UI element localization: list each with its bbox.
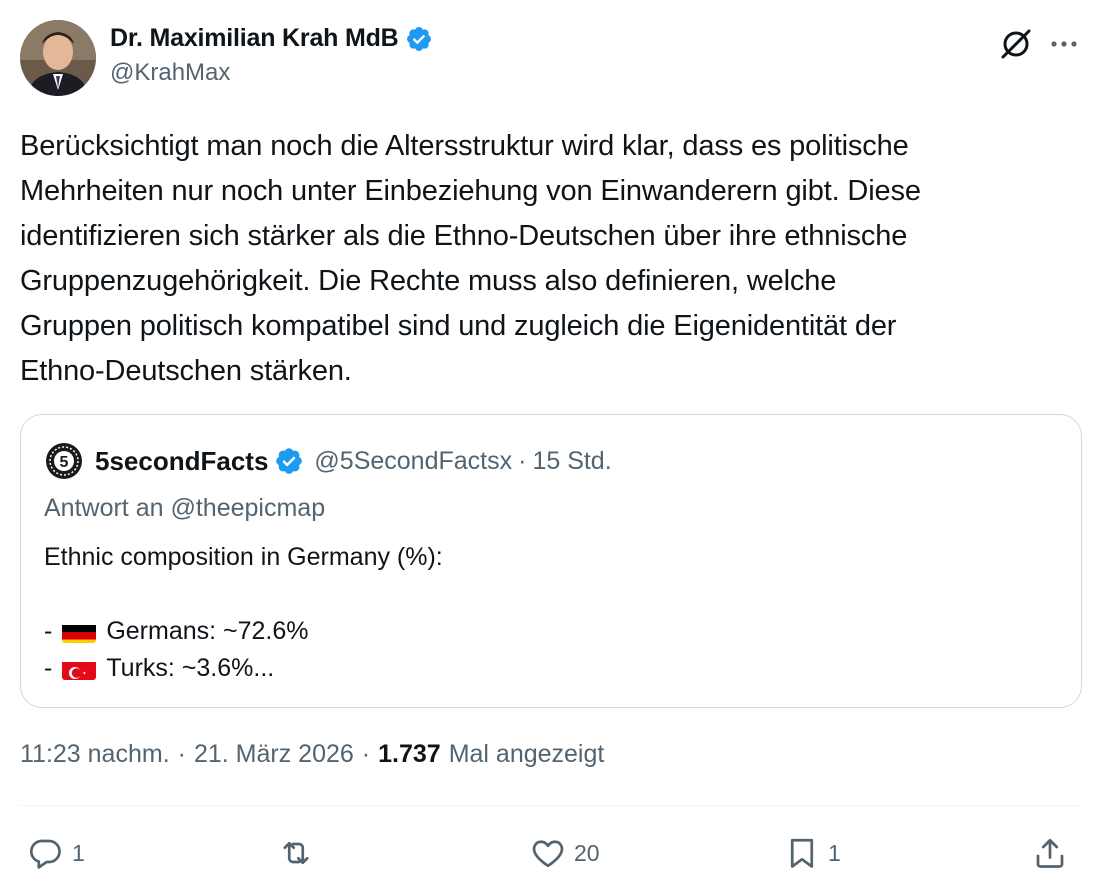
reply-count: 1 <box>72 839 85 866</box>
quoted-body-title: Ethnic composition in Germany (%): <box>44 543 443 571</box>
quoted-tweet[interactable]: 5 5secondFacts @5SecondFactsx · 15 Std. … <box>20 414 1082 708</box>
author-name-block: Dr. Maximilian Krah MdB @KrahMax <box>110 24 433 87</box>
author-avatar[interactable] <box>20 20 96 96</box>
like-count: 20 <box>574 839 600 866</box>
list-dash: - <box>44 617 53 645</box>
repost-icon <box>283 841 309 865</box>
verified-badge-icon <box>274 446 304 476</box>
list-dash: - <box>44 654 53 682</box>
share-icon <box>1036 838 1064 868</box>
view-count-label: Mal angezeigt <box>448 740 605 768</box>
reply-prefix: Antwort an <box>44 494 164 522</box>
bookmark-button[interactable]: 1 <box>784 828 841 878</box>
tweet-date[interactable]: 21. März 2026 <box>194 740 354 769</box>
reply-icon <box>29 839 61 869</box>
quoted-tweet-header: 5 5secondFacts @5SecondFactsx · 15 Std. <box>45 443 612 479</box>
germany-flag-icon <box>62 621 97 643</box>
reply-context: Antwort an @theepicmap <box>44 494 325 523</box>
quoted-display-name[interactable]: 5secondFacts <box>95 446 268 477</box>
quoted-tweet-text: Ethnic composition in Germany (%): - Ger… <box>44 539 443 687</box>
separator-dot: · <box>361 740 371 768</box>
quoted-timestamp[interactable]: 15 Std. <box>532 447 611 476</box>
author-handle[interactable]: @KrahMax <box>110 59 433 87</box>
verified-badge-icon[interactable] <box>405 25 433 53</box>
reply-button[interactable]: 1 <box>28 828 85 878</box>
like-button[interactable]: 20 <box>530 828 600 878</box>
quoted-author-avatar[interactable]: 5 <box>45 442 83 480</box>
more-icon[interactable] <box>1046 26 1082 62</box>
author-display-name[interactable]: Dr. Maximilian Krah MdB <box>110 24 399 53</box>
separator-dot: · <box>518 446 527 475</box>
list-item-text: Turks: ~3.6%... <box>106 654 275 682</box>
bookmark-icon <box>790 838 814 868</box>
view-count: 1.737 <box>378 740 441 768</box>
list-item-text: Germans: ~72.6% <box>106 617 309 645</box>
tweet-meta: 11:23 nachm. · 21. März 2026 · 1.737 Mal… <box>20 740 604 769</box>
separator-dot: · <box>177 740 186 768</box>
grok-icon[interactable] <box>998 26 1034 62</box>
quoted-handle[interactable]: @5SecondFactsx <box>314 447 512 476</box>
share-button[interactable] <box>1032 828 1068 878</box>
list-item: - Turks: ~3.6%... <box>44 650 443 687</box>
repost-button[interactable] <box>278 828 322 878</box>
turkey-flag-icon <box>62 658 97 680</box>
svg-text:5: 5 <box>60 454 69 471</box>
list-item: - Germans: ~72.6% <box>44 613 443 650</box>
divider <box>20 805 1082 806</box>
action-bar: 1 20 1 <box>20 828 1082 878</box>
bookmark-count: 1 <box>828 839 841 866</box>
tweet-time[interactable]: 11:23 nachm. <box>20 740 170 769</box>
tweet-header: Dr. Maximilian Krah MdB @KrahMax <box>20 20 1082 96</box>
reply-handle-link[interactable]: @theepicmap <box>170 494 325 522</box>
heart-icon <box>532 840 564 868</box>
tweet-text: Berücksichtigt man noch die Altersstrukt… <box>20 130 921 387</box>
